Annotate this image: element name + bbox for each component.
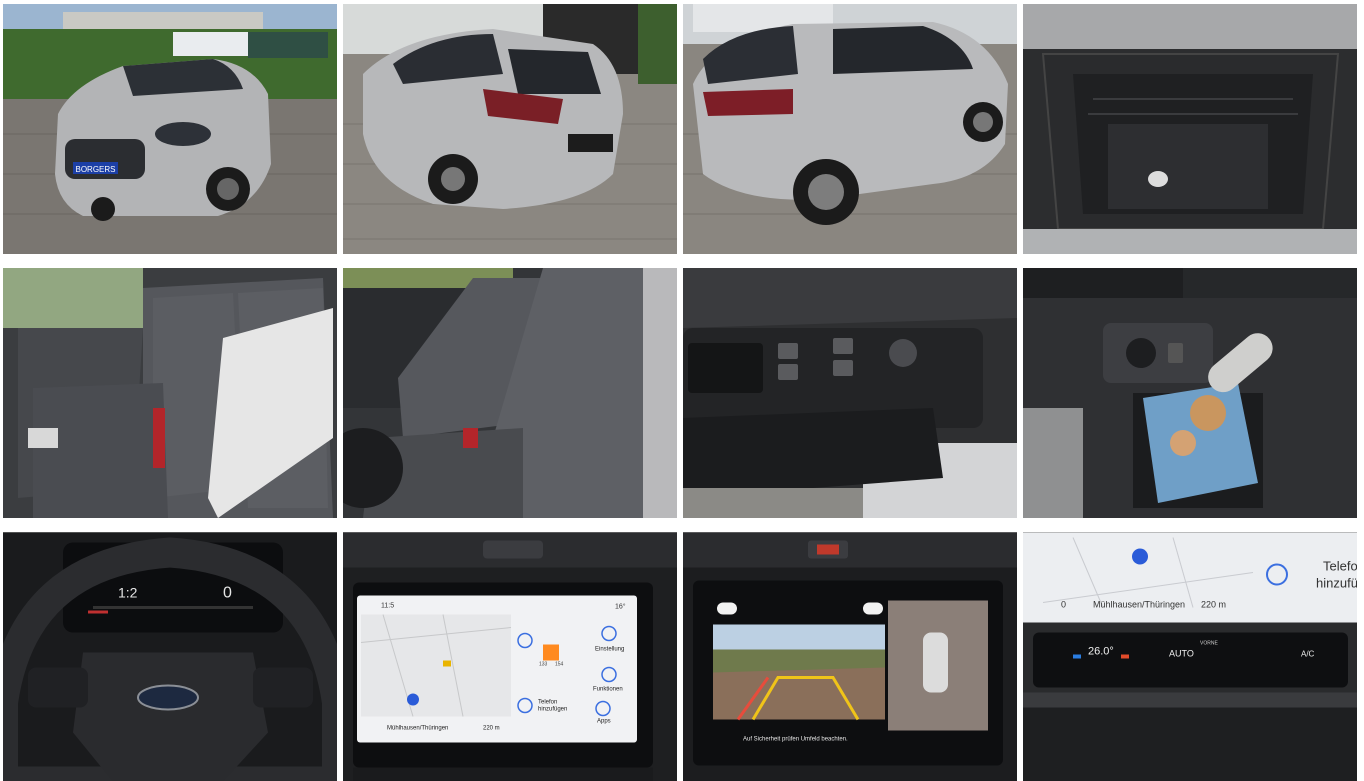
info-apps: Apps: [597, 719, 611, 725]
photo-steering-wheel-cluster[interactable]: 1:2 0: [3, 532, 337, 781]
climate-phone-line2: hinzufüg: [1316, 576, 1357, 591]
info-temp: 16°: [615, 603, 626, 611]
climate-phone-line1: Telefo: [1323, 559, 1357, 574]
climate-ac: A/C: [1301, 650, 1315, 659]
photo-gallery: BORGERS 1:2 0 11:5 16° 133 154 Telefon h…: [0, 0, 1364, 781]
photo-rear-three-quarter-right[interactable]: [683, 4, 1017, 254]
climate-front: VORNE: [1200, 641, 1218, 647]
climate-controls-image: Telefo hinzufüg 0 Mühlhausen/Thüringen 2…: [1023, 532, 1357, 781]
info-nav-city: Mühlhausen/Thüringen: [387, 726, 448, 732]
rear-seats-image: [3, 268, 337, 518]
photo-climate-controls[interactable]: Telefo hinzufüg 0 Mühlhausen/Thüringen 2…: [1023, 532, 1357, 781]
info-time: 11:5: [381, 603, 394, 610]
photo-light-switch-console[interactable]: [1023, 268, 1357, 518]
photo-trunk-storage-bin[interactable]: [1023, 4, 1357, 254]
photo-rear-three-quarter-left[interactable]: [343, 4, 677, 254]
infotainment-image: 11:5 16° 133 154 Telefon hinzufügen Eins…: [343, 532, 677, 781]
steering-wheel-image: 1:2 0: [3, 532, 337, 781]
front-seats-image: [343, 268, 677, 518]
info-price2: 154: [555, 662, 564, 668]
license-plate-text: BORGERS: [75, 165, 115, 174]
photo-front-seats[interactable]: [343, 268, 677, 518]
light-switch-image: [1023, 268, 1357, 518]
photo-infotainment-screen[interactable]: 11:5 16° 133 154 Telefon hinzufügen Eins…: [343, 532, 677, 781]
climate-nav-value: 0: [1061, 600, 1066, 610]
photo-rear-camera-display[interactable]: Auf Sicherheit prüfen Umfeld beachten.: [683, 532, 1017, 781]
car-front-image: BORGERS: [3, 4, 337, 254]
climate-nav-dist: 220 m: [1201, 600, 1226, 610]
info-phone-line1: Telefon: [538, 700, 557, 706]
photo-window-controls[interactable]: [683, 268, 1017, 518]
car-rear-right-image: [683, 4, 1017, 254]
info-functions: Funktionen: [593, 687, 623, 693]
cluster-gear: 1:2: [118, 585, 138, 601]
climate-nav-city: Mühlhausen/Thüringen: [1093, 600, 1185, 610]
car-rear-left-image: [343, 4, 677, 254]
photo-front-three-quarter[interactable]: BORGERS: [3, 4, 337, 254]
rear-camera-image: Auf Sicherheit prüfen Umfeld beachten.: [683, 532, 1017, 781]
info-nav-dist: 220 m: [483, 726, 500, 732]
climate-auto: AUTO: [1169, 649, 1194, 659]
cluster-speed: 0: [223, 585, 232, 602]
camera-warning: Auf Sicherheit prüfen Umfeld beachten.: [743, 737, 848, 743]
photo-rear-seats[interactable]: [3, 268, 337, 518]
info-phone-line2: hinzufügen: [538, 707, 567, 713]
climate-temp: 26.0°: [1088, 646, 1114, 658]
window-controls-image: [683, 268, 1017, 518]
trunk-bin-image: [1023, 4, 1357, 254]
info-price1: 133: [539, 662, 548, 668]
info-settings: Einstellung: [595, 647, 624, 653]
